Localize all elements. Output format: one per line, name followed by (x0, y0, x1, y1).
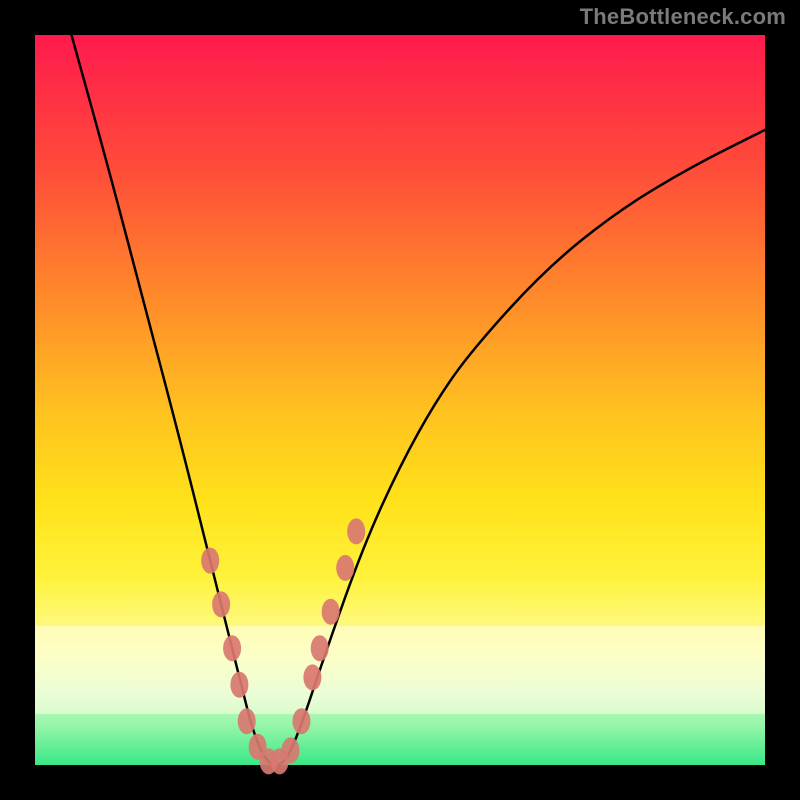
watermark-text: TheBottleneck.com (580, 4, 786, 30)
highlight-points (201, 518, 365, 774)
chart-frame: TheBottleneck.com (0, 0, 800, 800)
highlight-point (292, 708, 310, 734)
plot-area (35, 35, 765, 765)
highlight-point (303, 664, 321, 690)
highlight-point (336, 555, 354, 581)
highlight-point (212, 591, 230, 617)
highlight-point (201, 548, 219, 574)
highlight-point (311, 635, 329, 661)
highlight-point (282, 737, 300, 763)
curve-svg (35, 35, 765, 765)
highlight-point (223, 635, 241, 661)
bottleneck-curve (72, 35, 766, 765)
highlight-point (238, 708, 256, 734)
highlight-point (230, 672, 248, 698)
highlight-point (322, 599, 340, 625)
highlight-point (347, 518, 365, 544)
